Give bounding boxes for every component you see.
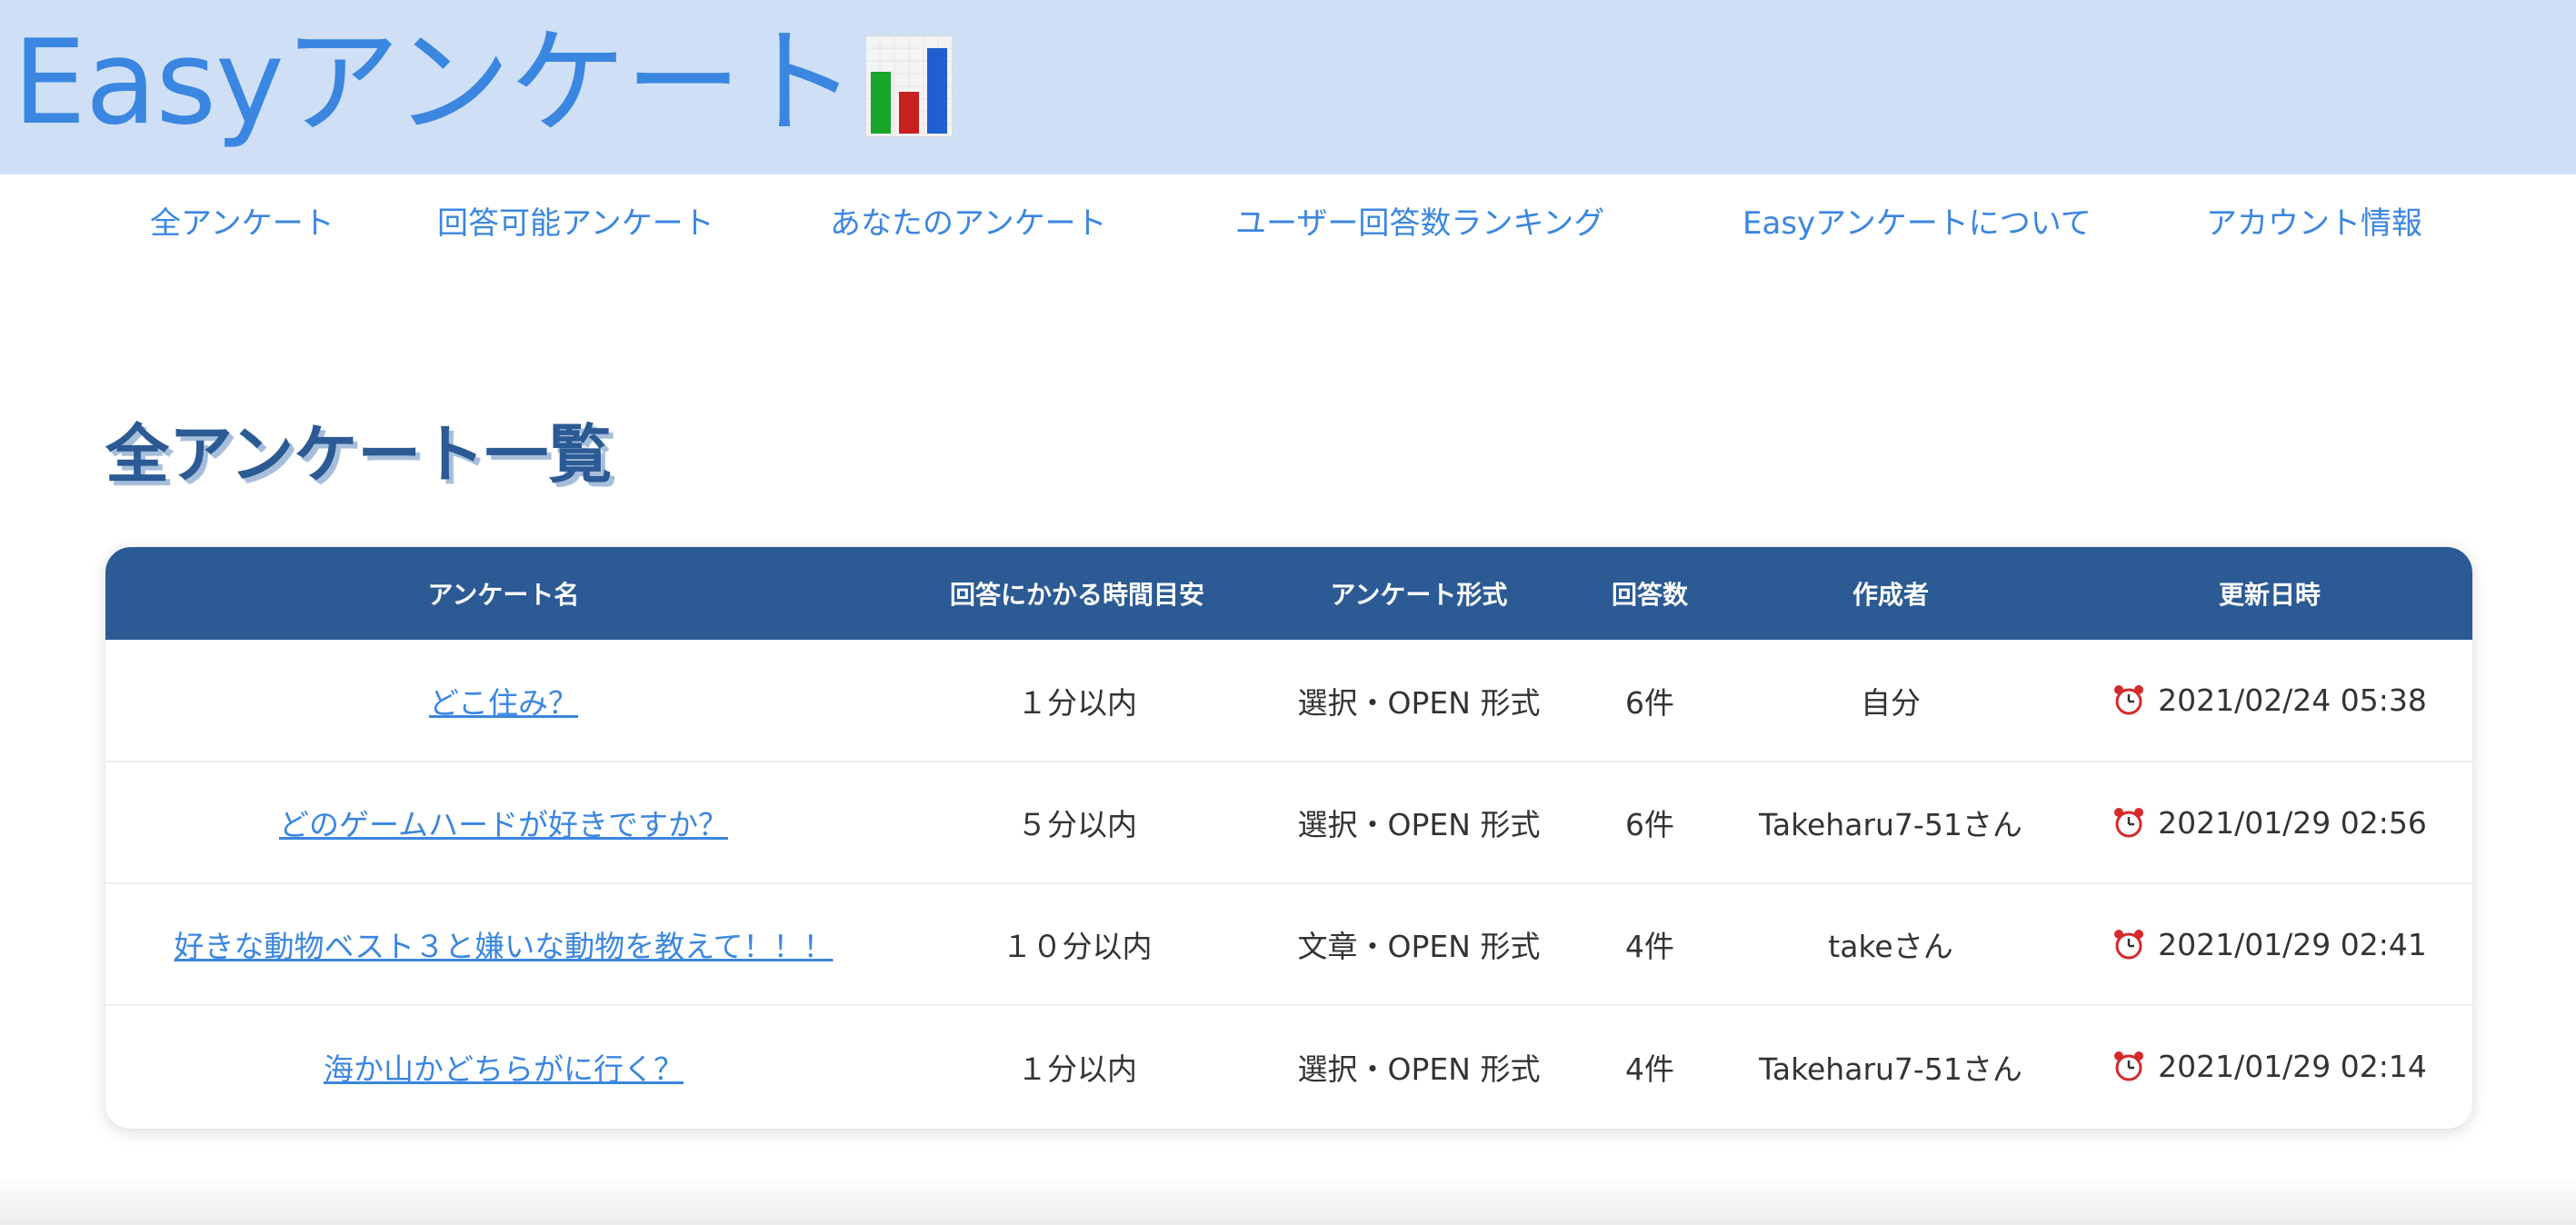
- cell-updated: 2021/01/29 02:56: [2067, 762, 2472, 883]
- cell-format: 選択・OPEN 形式: [1297, 807, 1541, 842]
- survey-link[interactable]: 海か山かどちらがに行く？: [324, 1051, 684, 1087]
- cell-updated: 2021/01/29 02:41: [2067, 883, 2472, 1005]
- cell-time: １分以内: [1017, 684, 1137, 721]
- site-title-link[interactable]: Easyアンケート: [13, 20, 953, 147]
- cell-format: 文章・OPEN 形式: [1297, 929, 1541, 964]
- nav-about[interactable]: Easyアンケートについて: [1742, 198, 2092, 243]
- col-header-format: アンケート形式: [1330, 580, 1508, 610]
- survey-table: アンケート名 回答にかかる時間目安 アンケート形式 回答数 作成者 更新日時 ど…: [105, 547, 2472, 1127]
- site-header: Easyアンケート: [0, 0, 2576, 174]
- nav-user-ranking[interactable]: ユーザー回答数ランキング: [1235, 198, 1604, 243]
- table-row: 好きな動物ベスト３と嫌いな動物を教えて！！！ １０分以内 文章・OPEN 形式 …: [105, 883, 2472, 1005]
- cell-name: 好きな動物ベスト３と嫌いな動物を教えて！！！: [105, 883, 902, 1005]
- nav-answerable-surveys[interactable]: 回答可能アンケート: [437, 198, 714, 243]
- survey-link[interactable]: 好きな動物ベスト３と嫌いな動物を教えて！！！: [174, 929, 833, 964]
- updated-text: 2021/02/24 05:38: [2158, 682, 2427, 718]
- cell-time: １０分以内: [1002, 929, 1153, 964]
- updated-text: 2021/01/29 02:41: [2158, 926, 2427, 962]
- nav-account-info[interactable]: アカウント情報: [2206, 198, 2422, 243]
- updated-text: 2021/01/29 02:56: [2158, 804, 2427, 841]
- cell-author: 自分: [1861, 684, 1921, 721]
- page-title: 全アンケート一覧: [105, 417, 613, 492]
- cell-count: 4件: [1625, 1051, 1674, 1087]
- cell-name: どのゲームハードが好きですか？: [105, 762, 902, 883]
- col-header-author: 作成者: [1852, 580, 1929, 610]
- cell-author: takeさん: [1828, 929, 1953, 964]
- cell-count: 6件: [1625, 684, 1674, 721]
- cell-author: Takeharu7-51さん: [1759, 807, 2022, 842]
- col-header-name: アンケート名: [427, 580, 580, 610]
- updated-text: 2021/01/29 02:14: [2158, 1049, 2427, 1084]
- table-row: どこ住み？ １分以内 選択・OPEN 形式 6件 自分 2021/02/24 0…: [105, 640, 2472, 762]
- page-bottom-shade: [0, 1176, 2576, 1225]
- survey-table-card: アンケート名 回答にかかる時間目安 アンケート形式 回答数 作成者 更新日時 ど…: [105, 547, 2472, 1129]
- cell-time: ５分以内: [1017, 807, 1137, 842]
- cell-count: 6件: [1625, 807, 1674, 842]
- cell-updated: 2021/01/29 02:14: [2067, 1005, 2472, 1127]
- cell-format: 選択・OPEN 形式: [1297, 684, 1541, 721]
- survey-link[interactable]: どのゲームハードが好きですか？: [279, 807, 728, 842]
- cell-count: 4件: [1625, 929, 1674, 964]
- survey-link[interactable]: どこ住み？: [429, 685, 578, 721]
- main-nav: 全アンケート 回答可能アンケート あなたのアンケート ユーザー回答数ランキング …: [0, 174, 2576, 265]
- bar-chart-icon: [864, 35, 953, 137]
- cell-name: 海か山かどちらがに行く？: [105, 1005, 902, 1127]
- col-header-count: 回答数: [1611, 580, 1688, 610]
- alarm-clock-icon: [2114, 1051, 2144, 1081]
- nav-your-surveys[interactable]: あなたのアンケート: [830, 198, 1107, 243]
- cell-time: １分以内: [1017, 1051, 1137, 1087]
- table-row: 海か山かどちらがに行く？ １分以内 選択・OPEN 形式 4件 Takeharu…: [105, 1005, 2472, 1127]
- col-header-updated: 更新日時: [2218, 580, 2321, 610]
- col-header-time: 回答にかかる時間目安: [949, 580, 1204, 610]
- alarm-clock-icon: [2114, 929, 2144, 959]
- table-row: どのゲームハードが好きですか？ ５分以内 選択・OPEN 形式 6件 Takeh…: [105, 762, 2472, 883]
- cell-updated: 2021/02/24 05:38: [2067, 640, 2472, 762]
- cell-format: 選択・OPEN 形式: [1297, 1051, 1541, 1087]
- cell-author: Takeharu7-51さん: [1759, 1051, 2022, 1087]
- nav-all-surveys[interactable]: 全アンケート: [150, 198, 334, 243]
- alarm-clock-icon: [2114, 685, 2144, 715]
- site-title: Easyアンケート: [13, 15, 857, 151]
- cell-name: どこ住み？: [105, 640, 902, 762]
- alarm-clock-icon: [2114, 807, 2144, 837]
- table-header-row: アンケート名 回答にかかる時間目安 アンケート形式 回答数 作成者 更新日時: [105, 547, 2472, 640]
